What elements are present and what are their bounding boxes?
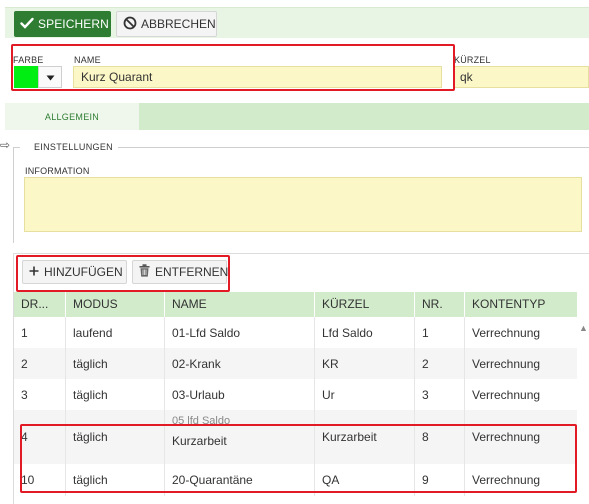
cell-nr: 3: [415, 379, 465, 410]
column-header-dr[interactable]: DR...: [14, 292, 66, 317]
cell-kuerzel: Ur: [315, 379, 415, 410]
group-border: [13, 147, 14, 243]
add-button[interactable]: HINZUFÜGEN: [22, 260, 127, 284]
cell-dr: 3: [14, 379, 66, 410]
cell-modus: laufend: [66, 317, 165, 348]
caret-down-icon: [46, 70, 55, 84]
cell-kuerzel: Kurzarbeit: [315, 410, 415, 464]
cell-dr: 4: [14, 410, 66, 464]
cursor-arrow-icon: ⇨: [0, 138, 11, 152]
cell-dr: 1: [14, 317, 66, 348]
cell-name: 02-Krank: [165, 348, 315, 379]
column-header-kontentyp[interactable]: KONTENTYP: [465, 292, 577, 317]
group-border: [13, 147, 20, 148]
panel-border: [13, 253, 589, 254]
add-button-label: HINZUFÜGEN: [44, 265, 123, 279]
remove-button-label: ENTFERNEN: [155, 265, 229, 279]
column-header-kuerzel[interactable]: KÜRZEL: [315, 292, 415, 317]
name-input[interactable]: Kurz Quarant: [73, 66, 442, 88]
cell-kontentyp: Verrechnung: [472, 473, 541, 487]
save-button-label: SPEICHERN: [38, 17, 109, 31]
color-dropdown-button[interactable]: [38, 66, 62, 88]
toolbar: SPEICHERN ABBRECHEN: [5, 7, 589, 38]
plus-icon: [29, 265, 39, 279]
cell-kuerzel: KR: [315, 348, 415, 379]
table-row[interactable]: 3 täglich 03-Urlaub Ur 3 Verrechnung: [14, 379, 577, 410]
table-row[interactable]: 1 laufend 01-Lfd Saldo Lfd Saldo 1 Verre…: [14, 317, 577, 348]
tab-allgemein[interactable]: ALLGEMEIN: [5, 103, 139, 130]
cell-modus: täglich: [66, 379, 165, 410]
cell-name: 03-Urlaub: [165, 379, 315, 410]
checkmark-icon: [20, 17, 34, 32]
scroll-up-arrow-icon[interactable]: ▲: [579, 323, 589, 333]
information-label: INFORMATION: [25, 166, 90, 176]
kuerzel-input[interactable]: qk: [453, 66, 589, 88]
grid-body: 1 laufend 01-Lfd Saldo Lfd Saldo 1 Verre…: [14, 317, 577, 504]
cell-modus: täglich: [66, 348, 165, 379]
cell-name-line1: 05 lfd Saldo: [172, 415, 231, 427]
kuerzel-label: KÜRZEL: [454, 55, 491, 65]
name-label: NAME: [74, 55, 101, 65]
cell-name: 05 lfd Saldo Kurzarbeit: [165, 410, 315, 464]
color-swatch[interactable]: [14, 66, 38, 88]
cell-name: 01-Lfd Saldo: [165, 317, 315, 348]
information-textarea[interactable]: [24, 177, 582, 232]
cell-name: 20-Quarantäne: [165, 464, 315, 496]
cancel-button-label: ABBRECHEN: [141, 17, 216, 31]
remove-button[interactable]: ENTFERNEN: [132, 260, 229, 284]
grid-header: DR... MODUS NAME KÜRZEL NR. KONTENTYP: [14, 292, 577, 317]
cell-nr: 9: [415, 464, 465, 496]
cell-kuerzel: Lfd Saldo: [315, 317, 415, 348]
save-button[interactable]: SPEICHERN: [14, 11, 111, 37]
farbe-label: FARBE: [13, 55, 44, 65]
cell-modus: täglich: [66, 464, 165, 496]
table-row[interactable]: 4 täglich 05 lfd Saldo Kurzarbeit Kurzar…: [14, 410, 577, 464]
trash-icon: [139, 264, 150, 280]
cancel-circle-icon: [123, 16, 137, 33]
cell-nr: 1: [415, 317, 465, 348]
cell-nr: 2: [415, 348, 465, 379]
cell-kontentyp: Verrechnung: [472, 325, 541, 340]
settings-legend: EINSTELLUNGEN: [34, 142, 113, 152]
cell-kontentyp: Verrechnung: [472, 387, 541, 402]
cell-dr: 2: [14, 348, 66, 379]
column-header-modus[interactable]: MODUS: [66, 292, 165, 317]
table-row[interactable]: 2 täglich 02-Krank KR 2 Verrechnung: [14, 348, 577, 379]
cell-kontentyp: Verrechnung: [472, 356, 541, 371]
tab-bar: ALLGEMEIN: [5, 103, 589, 130]
cell-dr: 10: [14, 464, 66, 496]
cell-name-line2: Kurzarbeit: [172, 434, 227, 448]
column-header-nr[interactable]: NR.: [415, 292, 465, 317]
table-row[interactable]: 10 täglich 20-Quarantäne QA 9 Verrechnun…: [14, 464, 577, 496]
column-header-name[interactable]: NAME: [165, 292, 315, 317]
cancel-button[interactable]: ABBRECHEN: [116, 11, 217, 37]
cell-kontentyp: Verrechnung: [472, 430, 541, 444]
cell-nr: 8: [415, 410, 465, 464]
group-border: [118, 147, 589, 148]
cell-kuerzel: QA: [315, 464, 415, 496]
cell-modus: täglich: [66, 410, 165, 464]
